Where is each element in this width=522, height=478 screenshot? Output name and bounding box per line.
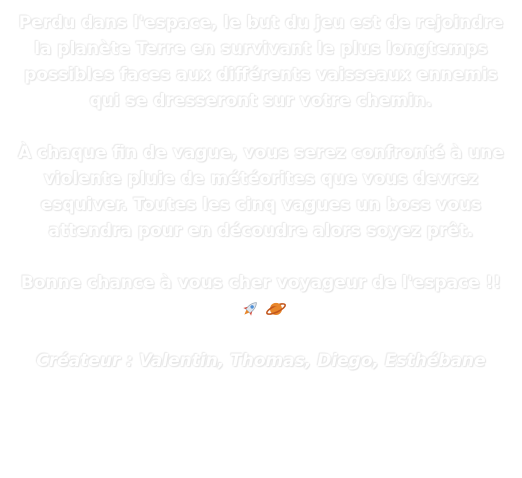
good-luck-text: Bonne chance à vous cher voyageur de l'e… xyxy=(20,273,502,293)
ringed-planet-icon xyxy=(265,298,287,320)
good-luck-message: Bonne chance à vous cher voyageur de l'e… xyxy=(16,270,506,322)
creators-credit: Créateur : Valentin, Thomas, Diego, Esth… xyxy=(36,351,486,371)
rocket-icon xyxy=(239,298,261,320)
intro-paragraph-story: Perdu dans l'espace, le but du jeu est d… xyxy=(18,13,504,111)
game-intro-panel: Perdu dans l'espace, le but du jeu est d… xyxy=(0,0,522,478)
intro-paragraph-waves: À chaque fin de vague, vous serez confro… xyxy=(18,143,504,241)
